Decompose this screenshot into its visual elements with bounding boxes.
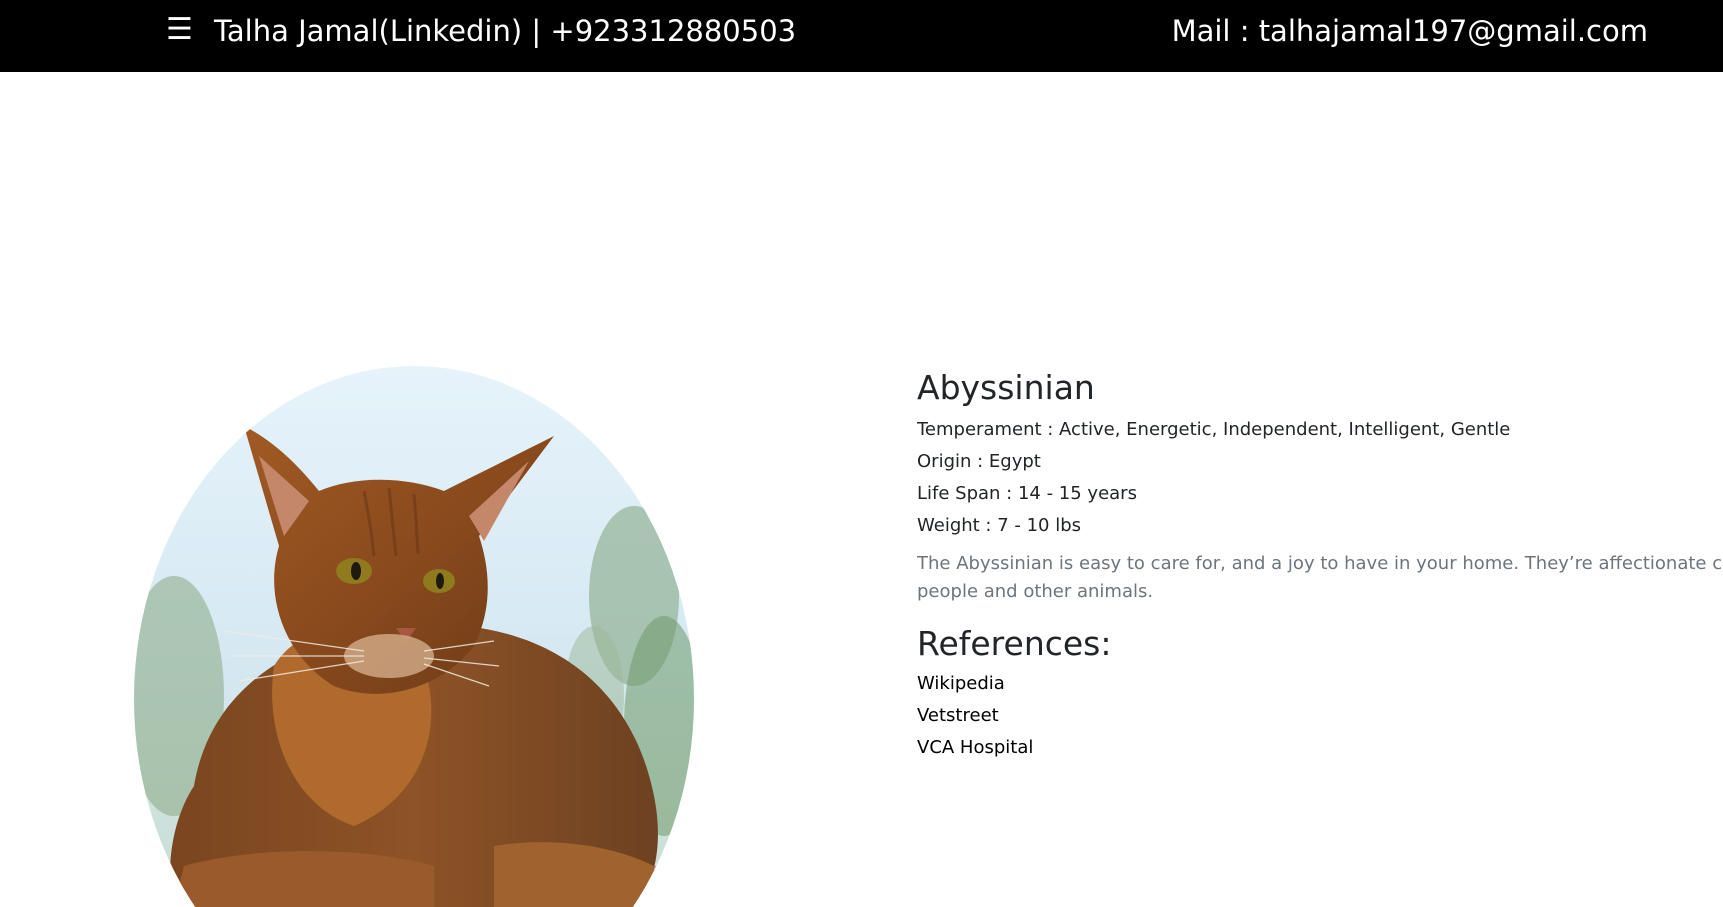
reference-link-vetstreet[interactable]: Vetstreet — [917, 700, 1723, 732]
temperament-text: Temperament : Active, Energetic, Indepen… — [917, 419, 1511, 440]
mail-contact-text[interactable]: Mail : talhajamal197@gmail.com — [1172, 12, 1648, 50]
breed-name-heading: Abyssinian — [917, 368, 1095, 407]
cat-image-graphic — [134, 366, 694, 907]
top-navbar: ☰ Talha Jamal(Linkedin) | +923312880503 … — [0, 0, 1723, 72]
description-line-1: The Abyssinian is easy to care for, and … — [917, 553, 1723, 574]
reference-link-wikipedia[interactable]: Wikipedia — [917, 668, 1723, 700]
origin-text: Origin : Egypt — [917, 451, 1041, 472]
weight-text: Weight : 7 - 10 lbs — [917, 515, 1082, 536]
references-heading: References: — [917, 624, 1112, 663]
cat-image — [134, 366, 694, 907]
breed-info-panel: Abyssinian Temperament : Active, Energet… — [917, 366, 1723, 764]
hamburger-menu-icon[interactable]: ☰ — [166, 10, 193, 50]
description-line-2: people and other animals. — [917, 581, 1154, 602]
breed-description: The Abyssinian is easy to care for, and … — [917, 550, 1723, 606]
life-span-text: Life Span : 14 - 15 years — [917, 483, 1137, 504]
reference-link-vca-hospital[interactable]: VCA Hospital — [917, 732, 1723, 764]
brand-contact-text[interactable]: Talha Jamal(Linkedin) | +923312880503 — [214, 12, 796, 50]
